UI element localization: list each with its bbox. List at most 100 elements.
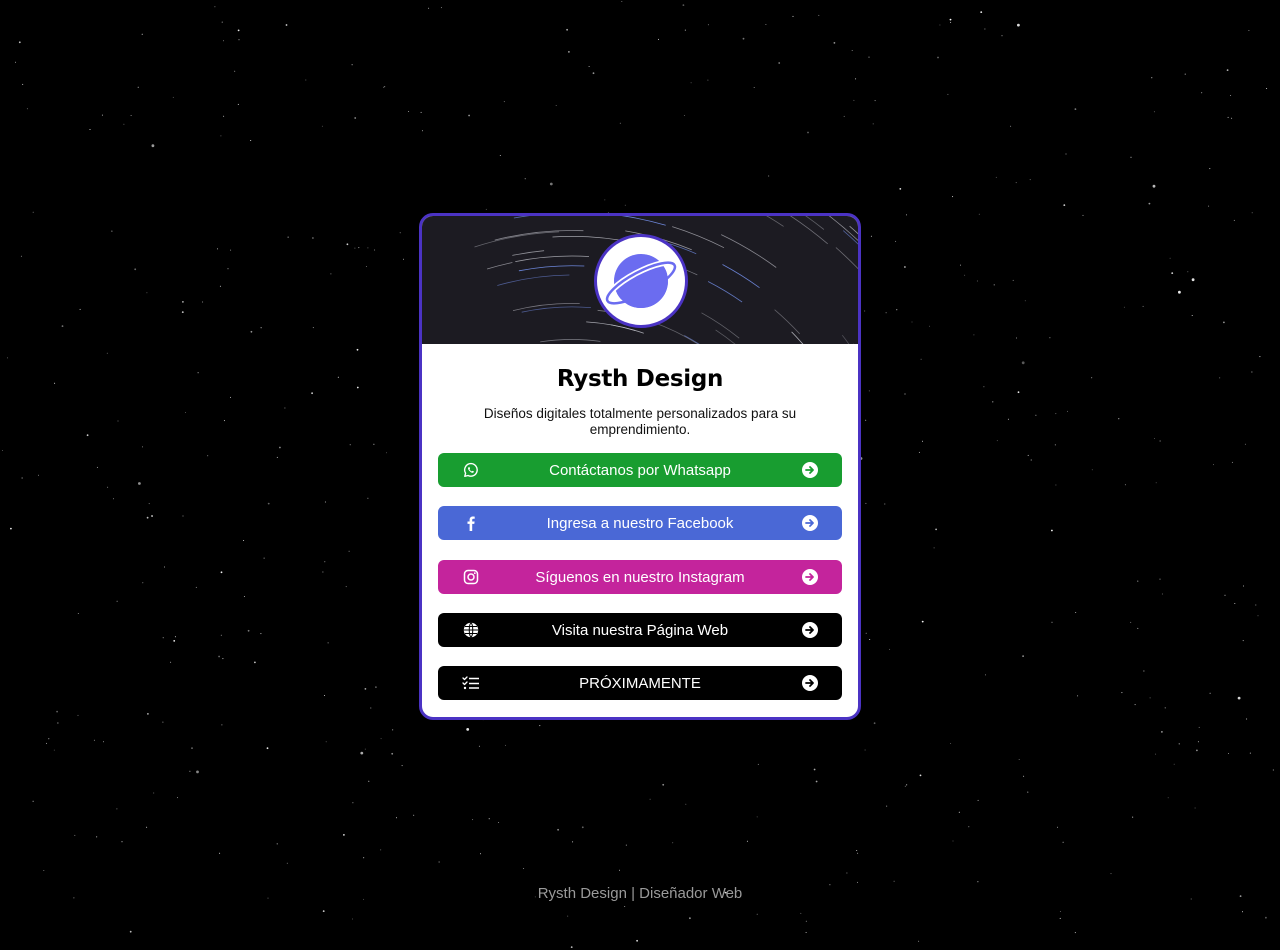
star xyxy=(202,301,204,303)
star xyxy=(1123,306,1125,308)
star xyxy=(196,770,199,774)
star xyxy=(392,729,394,731)
star xyxy=(401,765,403,767)
star xyxy=(984,28,986,30)
star xyxy=(895,240,897,242)
star xyxy=(978,213,980,215)
star xyxy=(189,770,191,772)
star xyxy=(74,834,76,836)
star xyxy=(1161,593,1163,595)
star xyxy=(219,852,221,854)
star xyxy=(438,861,440,863)
star xyxy=(391,752,394,755)
star xyxy=(142,446,143,448)
star xyxy=(254,661,256,664)
star xyxy=(1035,414,1037,416)
star xyxy=(374,249,376,251)
star xyxy=(1007,418,1009,420)
star xyxy=(1153,111,1155,113)
star xyxy=(121,841,123,843)
star xyxy=(324,695,325,696)
star xyxy=(380,849,382,851)
star xyxy=(349,444,351,446)
star xyxy=(195,586,197,588)
star xyxy=(197,372,199,374)
star xyxy=(220,135,222,137)
star xyxy=(1137,580,1139,582)
star xyxy=(1018,759,1020,760)
star xyxy=(498,822,500,823)
star xyxy=(220,571,223,574)
star xyxy=(588,66,590,67)
star xyxy=(408,111,410,112)
star xyxy=(1149,697,1151,699)
star xyxy=(383,86,384,88)
facebook-button[interactable]: Ingresa a nuestro Facebook xyxy=(438,506,842,540)
star xyxy=(77,613,79,614)
coming-soon-button[interactable]: PRÓXIMAMENTE xyxy=(438,666,842,700)
star-trail xyxy=(789,216,828,245)
star xyxy=(324,561,326,563)
star xyxy=(130,115,132,116)
star xyxy=(1201,92,1203,94)
star xyxy=(1132,816,1134,818)
globe-icon xyxy=(462,621,480,639)
star xyxy=(7,357,8,359)
star xyxy=(396,817,397,819)
star xyxy=(1017,23,1020,27)
star xyxy=(191,747,193,749)
star xyxy=(619,869,620,871)
star xyxy=(756,816,758,818)
star xyxy=(1077,695,1079,697)
star xyxy=(937,56,939,59)
whatsapp-button[interactable]: Contáctanos por Whatsapp xyxy=(438,453,842,487)
star xyxy=(1159,578,1161,580)
star xyxy=(1054,444,1056,446)
star xyxy=(1266,88,1268,89)
star xyxy=(1057,826,1058,828)
star xyxy=(952,196,954,198)
star xyxy=(865,419,867,421)
star xyxy=(399,232,401,234)
star xyxy=(906,784,908,786)
star xyxy=(345,586,347,588)
star xyxy=(358,247,360,249)
star xyxy=(56,710,58,713)
star xyxy=(218,655,221,658)
star xyxy=(933,547,935,549)
star xyxy=(173,640,176,642)
star xyxy=(2,450,3,451)
star xyxy=(865,632,867,634)
star xyxy=(32,800,34,802)
star xyxy=(348,550,350,552)
profile-description: Diseños digitales totalmente personaliza… xyxy=(483,406,797,437)
star xyxy=(260,633,262,635)
star xyxy=(906,214,907,216)
star xyxy=(138,482,141,485)
star xyxy=(567,915,569,917)
star xyxy=(1155,753,1157,755)
star xyxy=(363,857,365,859)
star xyxy=(263,557,265,559)
star xyxy=(321,125,323,127)
star xyxy=(604,199,606,201)
star xyxy=(539,725,541,727)
star xyxy=(364,688,367,690)
star xyxy=(690,82,692,84)
star xyxy=(1055,484,1057,486)
star xyxy=(1059,911,1061,912)
instagram-button[interactable]: Síguenos en nuestro Instagram xyxy=(438,560,842,594)
star xyxy=(768,175,770,177)
star xyxy=(343,834,345,836)
star xyxy=(330,273,332,275)
star xyxy=(337,376,339,378)
star xyxy=(995,176,997,178)
star xyxy=(843,115,845,117)
star xyxy=(146,516,149,519)
website-button[interactable]: Visita nuestra Página Web xyxy=(438,613,842,647)
star xyxy=(1118,418,1120,420)
star xyxy=(557,828,559,831)
star xyxy=(1213,464,1214,466)
star xyxy=(833,42,836,44)
star xyxy=(818,14,820,16)
